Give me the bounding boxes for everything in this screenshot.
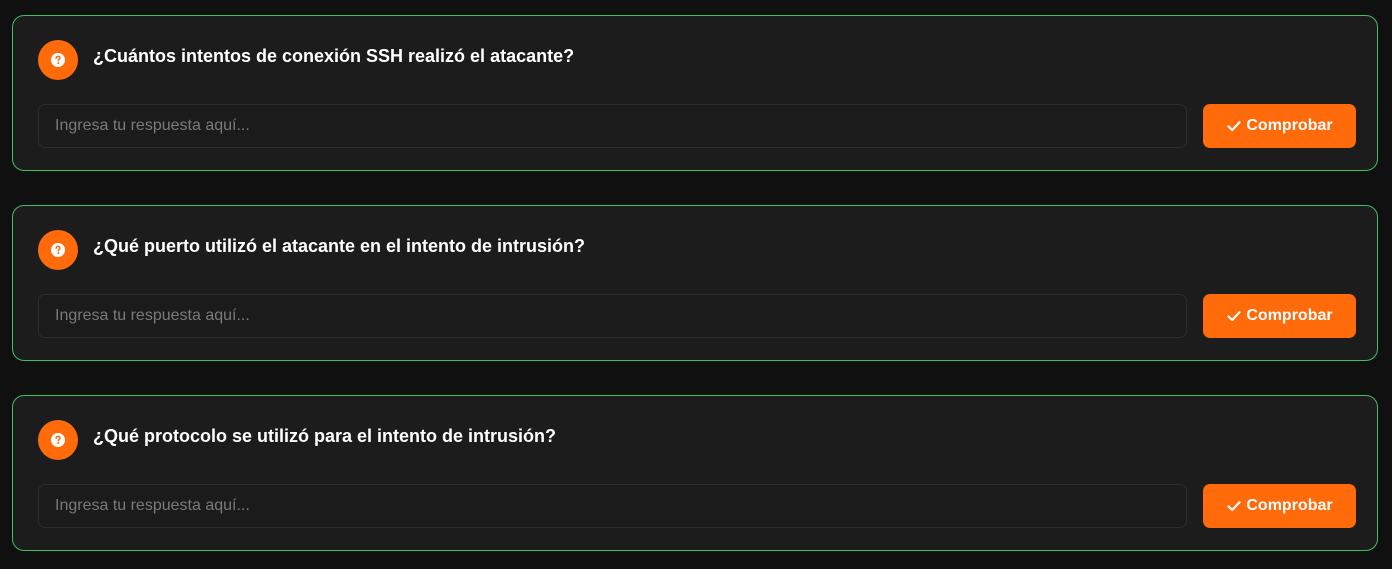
check-answer-label: Comprobar bbox=[1246, 307, 1333, 324]
answer-input[interactable] bbox=[38, 484, 1187, 528]
question-card: ¿Qué puerto utilizó el atacante en el in… bbox=[12, 205, 1378, 361]
check-answer-button[interactable]: Comprobar bbox=[1203, 484, 1356, 528]
check-icon bbox=[1227, 121, 1241, 132]
question-circle-icon bbox=[38, 230, 78, 270]
question-list: ¿Cuántos intentos de conexión SSH realiz… bbox=[0, 0, 1392, 569]
question-title: ¿Cuántos intentos de conexión SSH realiz… bbox=[93, 46, 575, 66]
check-answer-label: Comprobar bbox=[1246, 117, 1333, 134]
question-card: ¿Qué protocolo se utilizó para el intent… bbox=[12, 395, 1378, 551]
question-title: ¿Qué protocolo se utilizó para el intent… bbox=[93, 426, 557, 446]
question-circle-icon bbox=[38, 40, 78, 80]
answer-input[interactable] bbox=[38, 104, 1187, 148]
question-card: ¿Cuántos intentos de conexión SSH realiz… bbox=[12, 15, 1378, 171]
question-title: ¿Qué puerto utilizó el atacante en el in… bbox=[93, 236, 586, 256]
check-icon bbox=[1227, 501, 1241, 512]
check-answer-button[interactable]: Comprobar bbox=[1203, 104, 1356, 148]
question-circle-icon bbox=[38, 420, 78, 460]
check-answer-label: Comprobar bbox=[1246, 497, 1333, 514]
check-icon bbox=[1227, 311, 1241, 322]
answer-input[interactable] bbox=[38, 294, 1187, 338]
check-answer-button[interactable]: Comprobar bbox=[1203, 294, 1356, 338]
